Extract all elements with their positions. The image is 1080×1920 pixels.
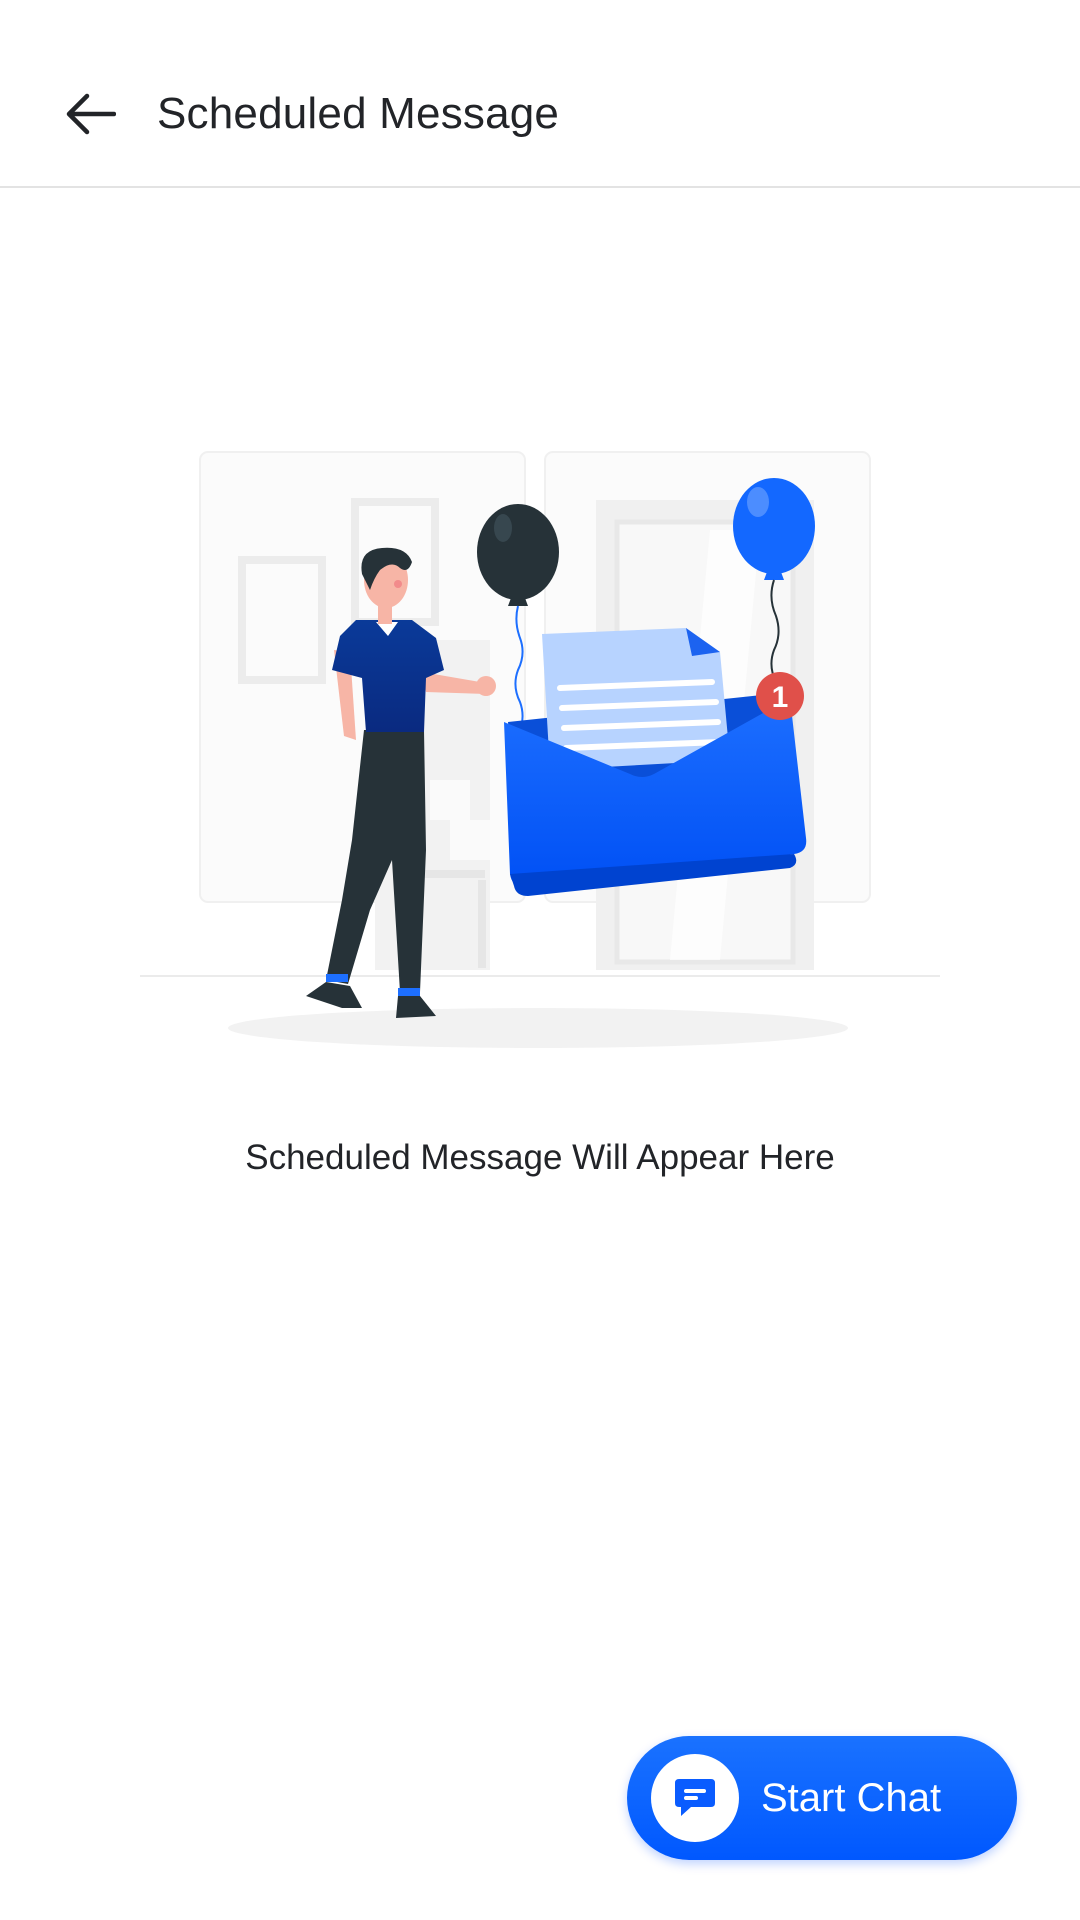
page-title: Scheduled Message	[157, 89, 560, 138]
app-bar: Scheduled Message	[0, 0, 1080, 188]
scheduled-message-screen: Scheduled Message 1 Scheduled Message Wi…	[0, 0, 1080, 1920]
back-button[interactable]	[48, 72, 132, 156]
start-chat-label: Start Chat	[761, 1776, 942, 1820]
notification-badge: 1	[756, 672, 804, 720]
empty-state-message: Scheduled Message Will Appear Here	[245, 1138, 835, 1177]
badge-count: 1	[772, 681, 789, 714]
chat-bubble-icon	[675, 1779, 715, 1816]
chat-icon-circle	[651, 1754, 739, 1842]
empty-state-illustration: 1	[140, 451, 940, 1048]
start-chat-button[interactable]: Start Chat	[627, 1736, 1017, 1860]
balloon-blue	[733, 478, 815, 574]
arrow-left-icon	[66, 93, 116, 135]
balloon-dark	[477, 504, 559, 600]
floor-shadow	[228, 1008, 848, 1048]
